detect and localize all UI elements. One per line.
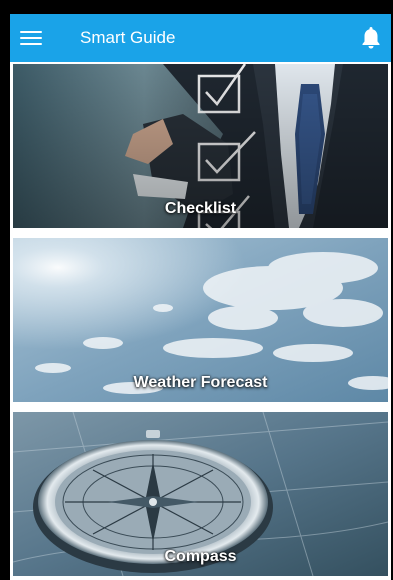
compass-card[interactable]: Compass — [13, 412, 388, 576]
app-bar: Smart Guide — [10, 14, 391, 62]
bell-icon[interactable] — [359, 25, 383, 51]
card-list: Checklist Weather Forecast Compass — [10, 62, 391, 580]
checklist-label: Checklist — [164, 200, 237, 217]
screen: Smart Guide Checklist Weather Forecast C… — [0, 0, 393, 580]
weather-forecast-card[interactable]: Weather Forecast — [13, 238, 388, 402]
weather-forecast-label: Weather Forecast — [133, 374, 268, 391]
menu-icon[interactable] — [20, 28, 44, 48]
checklist-card[interactable]: Checklist — [13, 64, 388, 228]
app-title: Smart Guide — [80, 28, 176, 47]
compass-label: Compass — [164, 548, 237, 565]
